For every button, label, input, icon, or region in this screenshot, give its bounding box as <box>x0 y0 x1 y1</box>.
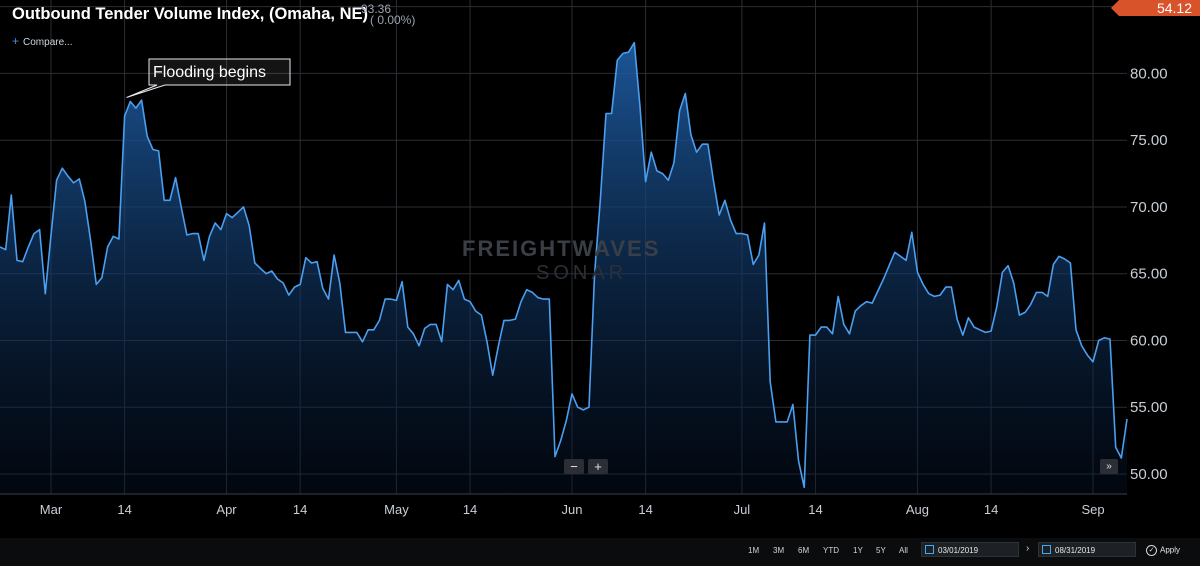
y-axis-ticks: 50.0055.0060.0065.0070.0075.0080.0085.00 <box>1130 0 1168 483</box>
annotation-callout: Flooding begins <box>126 58 291 98</box>
zoom-out-button[interactable]: − <box>564 459 584 474</box>
range-5y-button[interactable]: 5Y <box>876 546 886 555</box>
x-tick-label: May <box>384 502 409 517</box>
apply-label: Apply <box>1160 545 1181 555</box>
x-tick-label: 14 <box>638 502 652 517</box>
start-date-input[interactable]: 03/01/2019 <box>921 542 1019 557</box>
y-tick-label: 55.00 <box>1130 399 1168 416</box>
x-tick-label: Jul <box>734 502 751 517</box>
calendar-icon <box>925 545 934 554</box>
watermark-sonar: SONAR <box>536 262 628 284</box>
apply-button[interactable]: ✓ Apply <box>1146 545 1180 556</box>
check-icon: ✓ <box>1146 545 1157 556</box>
y-tick-label: 65.00 <box>1130 266 1168 283</box>
range-ytd-button[interactable]: YTD <box>823 546 839 555</box>
chart-title: Outbound Tender Volume Index, (Omaha, NE… <box>12 5 368 23</box>
x-tick-label: 14 <box>117 502 131 517</box>
watermark-freightwaves: FREIGHTWAVES <box>462 236 661 261</box>
y-tick-label: 75.00 <box>1130 132 1168 149</box>
compare-label: Compare... <box>23 37 73 48</box>
x-tick-label: 14 <box>463 502 477 517</box>
x-tick-label: Jun <box>562 502 583 517</box>
x-tick-label: Aug <box>906 502 929 517</box>
start-date-value: 03/01/2019 <box>938 546 979 555</box>
x-tick-label: Apr <box>216 502 237 517</box>
range-1y-button[interactable]: 1Y <box>853 546 863 555</box>
x-tick-label: 14 <box>293 502 307 517</box>
x-tick-label: 14 <box>984 502 998 517</box>
range-toolbar: 1M 3M 6M YTD 1Y 5Y All 03/01/2019 › 08/3… <box>0 538 1200 566</box>
x-axis-ticks: Mar 14 Apr 14 May 14 Jun 14 Jul 14 Aug 14 Sep <box>0 493 1127 517</box>
calendar-icon <box>1042 545 1051 554</box>
y-tick-label: 60.00 <box>1130 332 1168 349</box>
range-1m-button[interactable]: 1M <box>748 546 759 555</box>
range-6m-button[interactable]: 6M <box>798 546 809 555</box>
scroll-to-end-button[interactable]: » <box>1100 459 1118 474</box>
range-all-button[interactable]: All <box>899 546 908 555</box>
x-tick-label: Sep <box>1081 502 1104 517</box>
y-tick-label: 80.00 <box>1130 65 1168 82</box>
annotation-text: Flooding begins <box>153 64 266 81</box>
x-tick-label: Mar <box>40 502 63 517</box>
end-date-input[interactable]: 08/31/2019 <box>1038 542 1136 557</box>
range-3m-button[interactable]: 3M <box>773 546 784 555</box>
y-tick-label: 70.00 <box>1130 199 1168 216</box>
plus-icon: + <box>12 34 20 48</box>
zoom-in-button[interactable]: + <box>588 459 608 474</box>
end-date-value: 08/31/2019 <box>1055 546 1096 555</box>
chevron-right-icon: › <box>1026 543 1030 554</box>
change-percent: ( 0.00%) <box>370 13 416 27</box>
y-tick-label: 50.00 <box>1130 466 1168 483</box>
x-tick-label: 14 <box>808 502 822 517</box>
current-value-badge: 54.12 <box>1111 0 1200 16</box>
compare-button[interactable]: + Compare... <box>12 34 72 48</box>
chart-header: Outbound Tender Volume Index, (Omaha, NE… <box>0 0 1200 50</box>
